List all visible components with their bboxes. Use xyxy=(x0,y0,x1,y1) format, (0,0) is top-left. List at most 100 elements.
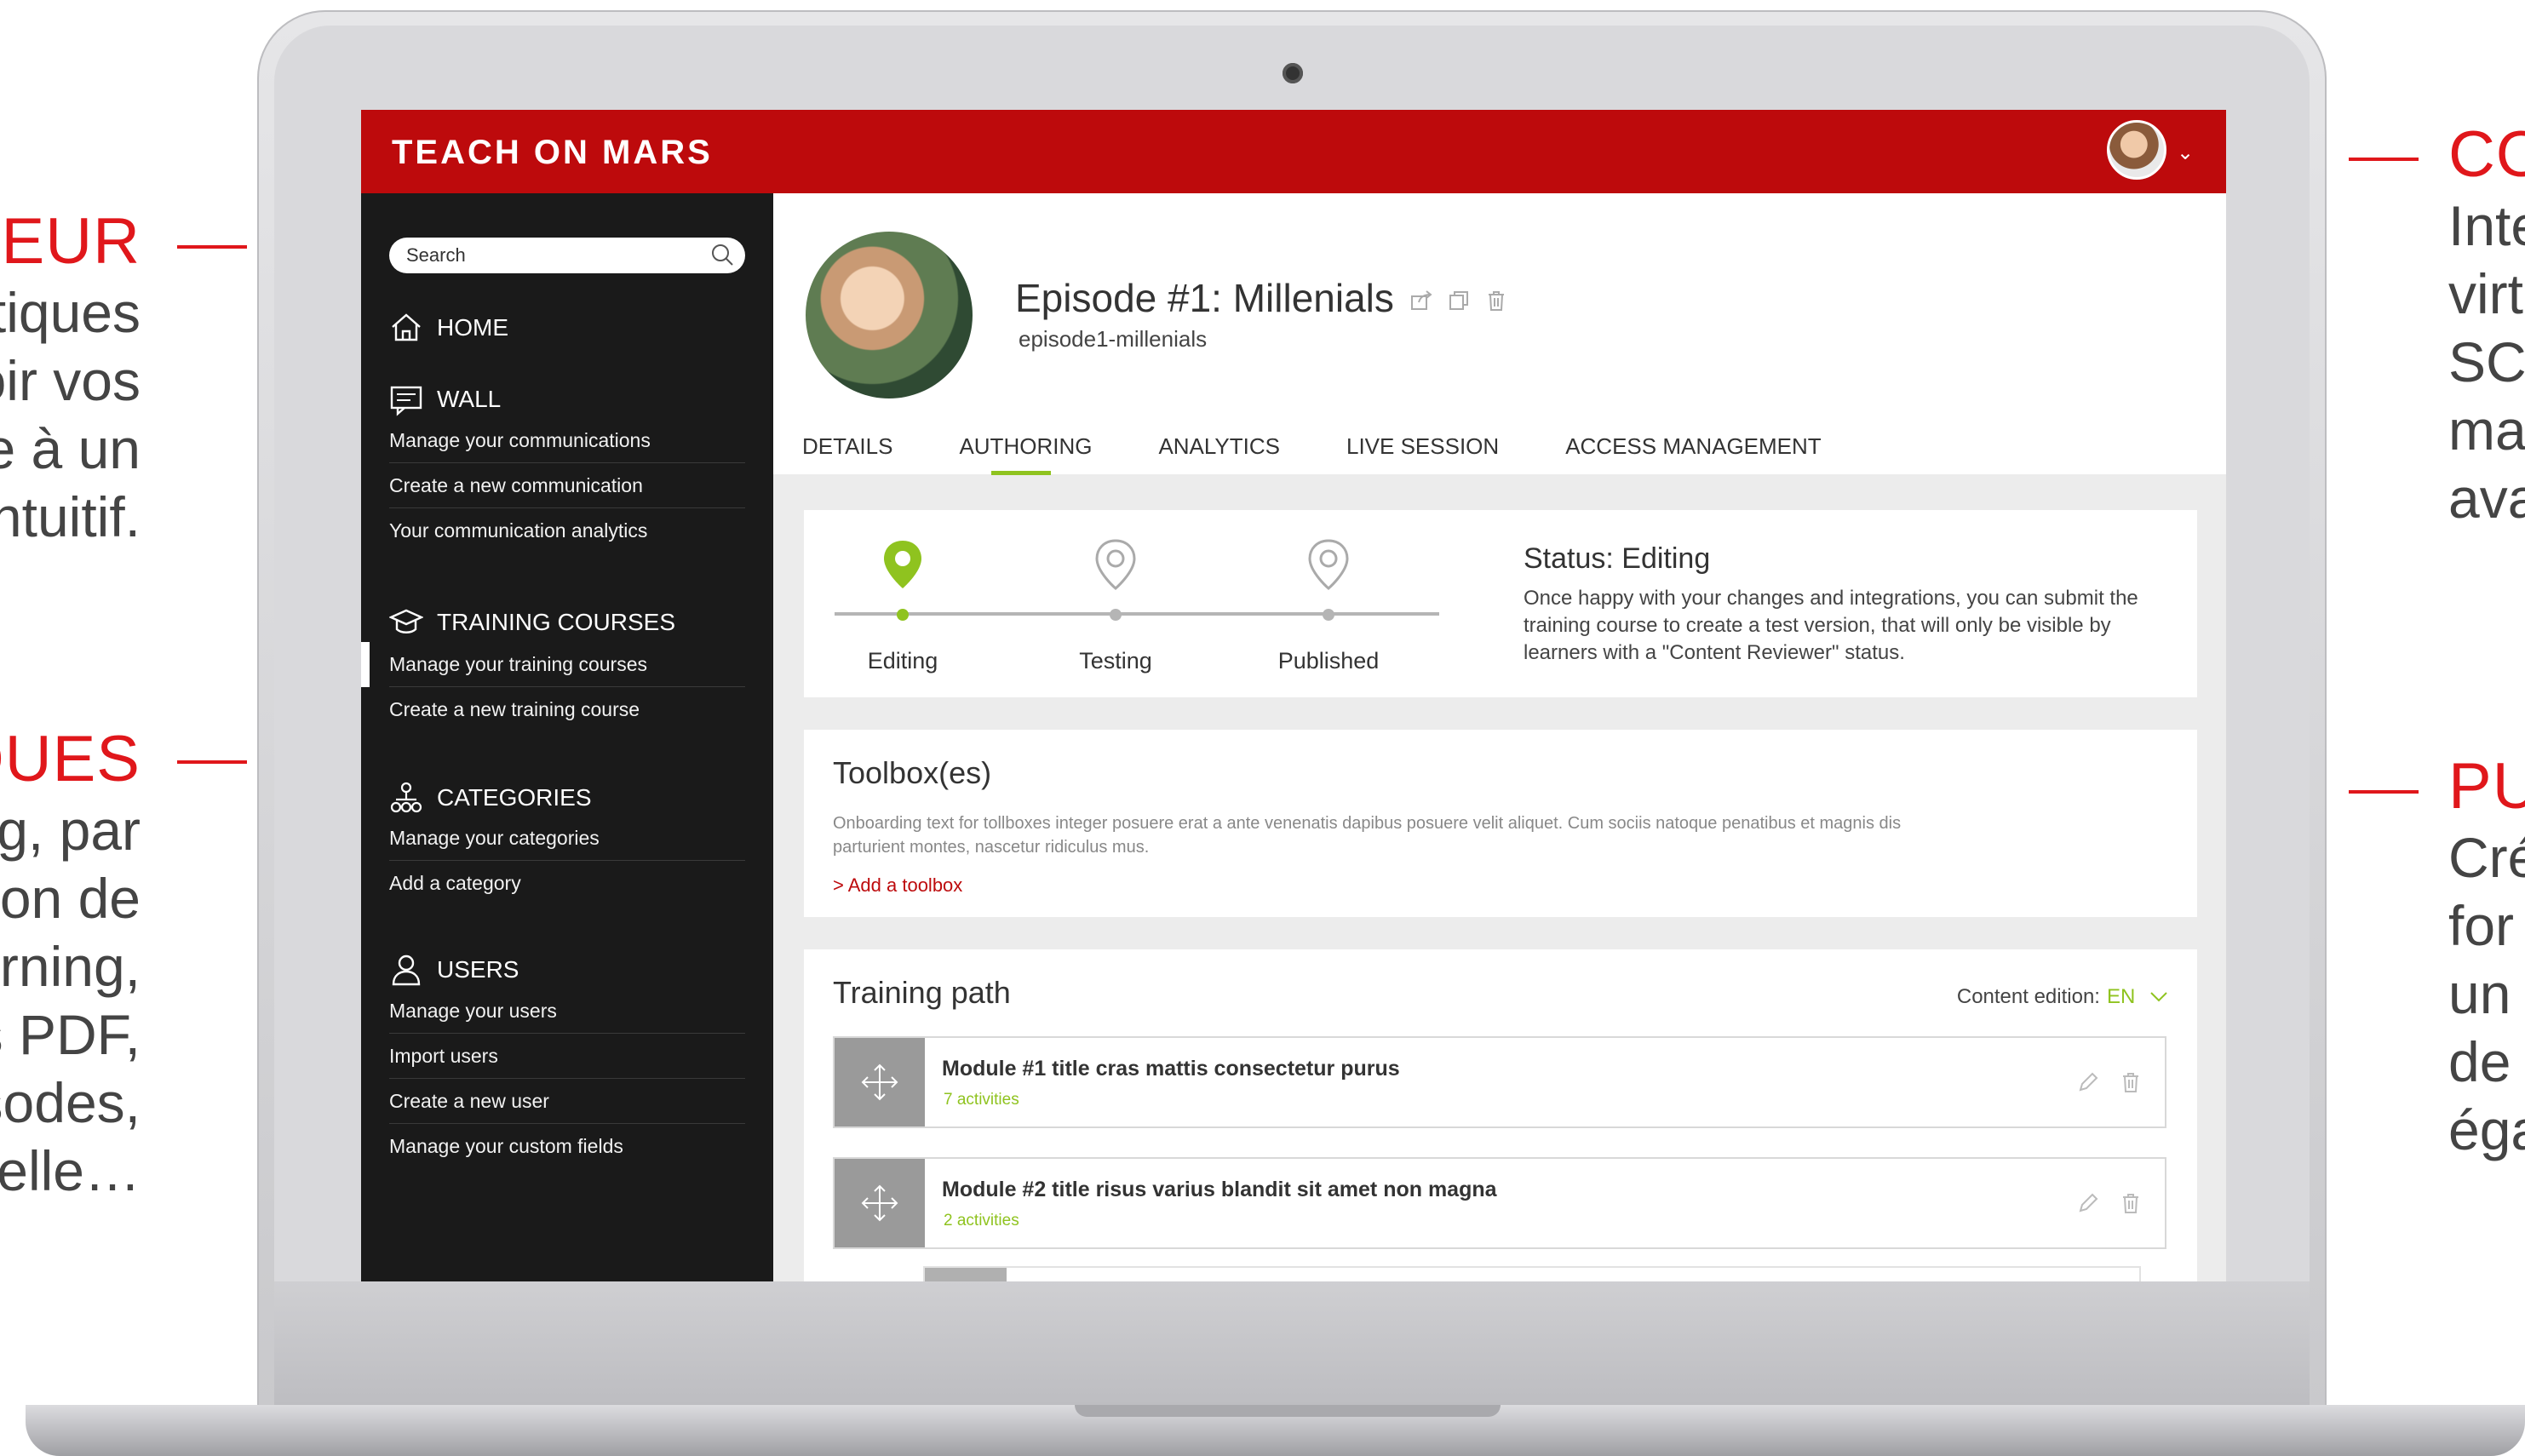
sidebar-item-create-training-course[interactable]: Create a new training course xyxy=(389,687,745,732)
sidebar-item-manage-communications[interactable]: Manage your communications xyxy=(389,418,745,463)
camera-icon xyxy=(1283,63,1303,83)
marketing-line: Inte xyxy=(2448,194,2525,257)
episode-title: Episode #1: Millenials xyxy=(1015,276,1394,320)
episode-image[interactable] xyxy=(806,232,973,398)
sidebar-item-wall[interactable]: WALL xyxy=(389,382,501,416)
marketing-heading: CO xyxy=(2448,118,2525,191)
episode-header: Episode #1: Millenials episode1-millenia… xyxy=(773,193,2226,475)
marketing-line: ma xyxy=(2448,398,2525,461)
module-title: Module #1 title cras mattis consectetur … xyxy=(942,1057,1400,1081)
trash-icon[interactable] xyxy=(2119,1070,2143,1094)
status-stepper: Editing Testing Published xyxy=(835,510,1439,697)
marketing-block-right-2: PU Cré for un de éga xyxy=(2448,749,2525,1164)
module-title: Module #2 title risus varius blandit sit… xyxy=(942,1178,1497,1201)
app-screen: TEACH ON MARS ⌄ Search HOME WALL Manage … xyxy=(361,110,2226,1281)
module-row[interactable]: Module #2 title risus varius blandit sit… xyxy=(833,1157,2166,1249)
marketing-line: SC xyxy=(2448,330,2525,393)
status-title: Status: Editing xyxy=(1524,542,1711,575)
laptop-notch xyxy=(1075,1405,1501,1417)
marketing-heading: PU xyxy=(2448,750,2525,823)
sidebar-item-custom-fields[interactable]: Manage your custom fields xyxy=(389,1124,745,1169)
marketing-dash xyxy=(2349,790,2419,794)
marketing-line: éga xyxy=(2448,1098,2525,1161)
search-icon[interactable] xyxy=(709,242,735,267)
marketing-line: de xyxy=(2448,1030,2511,1093)
sidebar-item-manage-training-courses[interactable]: Manage your training courses xyxy=(361,642,745,687)
edit-icon[interactable] xyxy=(2076,1070,2100,1094)
location-pin-icon xyxy=(1095,539,1136,590)
chevron-down-icon xyxy=(2150,992,2167,1002)
add-toolbox-link[interactable]: > Add a toolbox xyxy=(833,874,962,897)
module-activities: 2 activities xyxy=(944,1212,1019,1230)
status-description: Once happy with your changes and integra… xyxy=(1524,587,2138,664)
sidebar: Search HOME WALL Manage your communicati… xyxy=(361,193,773,1281)
marketing-line: par l'échelle à l'échelle… xyxy=(0,1139,141,1202)
share-icon[interactable] xyxy=(1409,289,1433,312)
sidebar-section-label: USERS xyxy=(437,956,519,983)
marketing-block-right-1: CO Inte virt SC ma ava xyxy=(2448,118,2525,532)
step-dot xyxy=(1110,609,1122,621)
sidebar-item-users[interactable]: USERS xyxy=(389,953,519,987)
step-dot xyxy=(897,609,909,621)
marketing-line: ava xyxy=(2448,467,2525,530)
language-value: EN xyxy=(2106,985,2136,1008)
app-logo[interactable]: TEACH ON MARS xyxy=(392,134,713,172)
episode-slug: episode1-millenials xyxy=(1019,326,1208,352)
step-editing[interactable]: Editing xyxy=(835,537,971,674)
activity-row[interactable] xyxy=(923,1266,2141,1281)
sidebar-item-manage-categories[interactable]: Manage your categories xyxy=(389,816,745,861)
sidebar-item-categories[interactable]: CATEGORIES xyxy=(389,781,592,815)
marketing-line: for xyxy=(2448,894,2515,957)
training-path-title: Training path xyxy=(833,975,1011,1010)
search-input[interactable]: Search xyxy=(389,238,745,273)
location-pin-icon xyxy=(1308,539,1349,590)
chevron-down-icon[interactable]: ⌄ xyxy=(2177,140,2194,165)
sidebar-item-communication-analytics[interactable]: Your communication analytics xyxy=(389,508,745,553)
location-pin-icon xyxy=(884,541,921,588)
marketing-dash xyxy=(2349,158,2419,161)
sidebar-section-label: HOME xyxy=(437,314,508,341)
drag-handle[interactable] xyxy=(925,1268,1007,1281)
sidebar-item-training-courses[interactable]: TRAINING COURSES xyxy=(389,605,675,639)
sidebar-item-home[interactable]: HOME xyxy=(389,311,508,345)
trash-icon[interactable] xyxy=(2119,1191,2143,1215)
module-row[interactable]: Module #1 title cras mattis consectetur … xyxy=(833,1036,2166,1128)
step-testing[interactable]: Testing xyxy=(1047,537,1184,674)
content-edition-selector[interactable]: Content edition: EN xyxy=(1957,985,2168,1009)
status-track xyxy=(835,612,1439,616)
step-label: Editing xyxy=(867,648,938,674)
duplicate-icon[interactable] xyxy=(1447,289,1471,312)
sidebar-item-add-category[interactable]: Add a category xyxy=(389,861,745,906)
user-avatar[interactable] xyxy=(2107,120,2166,180)
sidebar-item-import-users[interactable]: Import users xyxy=(389,1034,745,1079)
move-icon xyxy=(861,1063,898,1101)
hierarchy-icon xyxy=(390,782,422,813)
edit-icon[interactable] xyxy=(2076,1191,2100,1215)
marketing-dash xyxy=(177,760,247,764)
marketing-line: documents PDF, xyxy=(0,1003,141,1066)
marketing-line: un xyxy=(2448,962,2511,1025)
drag-handle[interactable] xyxy=(835,1038,925,1126)
training-path-card: Training path Content edition: EN Module … xyxy=(804,949,2197,1281)
marketing-line: pour concevoir vos xyxy=(0,349,141,412)
tab-authoring[interactable]: AUTHORING xyxy=(959,433,1092,475)
sidebar-item-create-user[interactable]: Create a new user xyxy=(389,1079,745,1124)
marketing-line: Des outils pratiques xyxy=(0,281,141,344)
move-icon xyxy=(861,1184,898,1222)
tab-bar: DETAILS AUTHORING ANALYTICS LIVE SESSION… xyxy=(802,433,1888,475)
tab-live-session[interactable]: LIVE SESSION xyxy=(1346,433,1499,460)
main-content: Episode #1: Millenials episode1-millenia… xyxy=(773,193,2226,1281)
tab-details[interactable]: DETAILS xyxy=(802,433,892,460)
sidebar-item-create-communication[interactable]: Create a new communication xyxy=(389,463,745,508)
home-icon xyxy=(392,313,421,341)
trash-icon[interactable] xyxy=(1484,289,1508,312)
step-published[interactable]: Published xyxy=(1260,537,1397,674)
tab-access-management[interactable]: ACCESS MANAGEMENT xyxy=(1565,433,1822,460)
user-icon xyxy=(392,954,421,986)
sidebar-item-manage-users[interactable]: Manage your users xyxy=(389,989,745,1034)
marketing-line: Cré xyxy=(2448,826,2525,889)
sidebar-section-label: TRAINING COURSES xyxy=(437,609,676,635)
drag-handle[interactable] xyxy=(835,1159,925,1247)
marketing-line: exemple une collection de xyxy=(0,867,141,930)
tab-analytics[interactable]: ANALYTICS xyxy=(1158,433,1280,460)
